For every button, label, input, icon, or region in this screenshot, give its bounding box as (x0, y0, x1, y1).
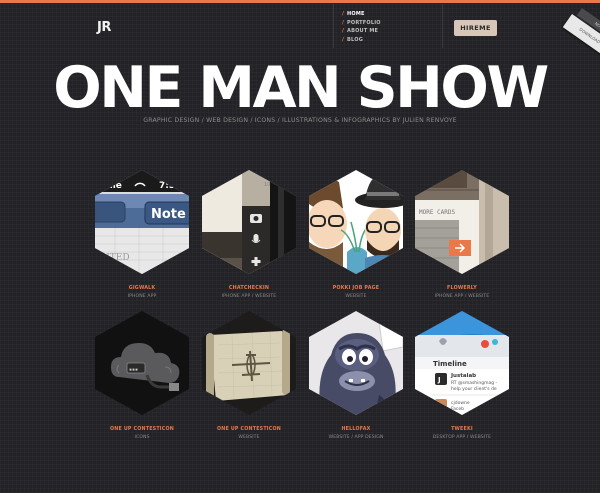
nav-slash-icon: / (342, 36, 345, 43)
oneup-icons-thumbnail[interactable]: ▪▪▪ (95, 311, 189, 415)
tweeki-thumbnail[interactable]: Timeline J Justalab RT @smashingmag - he… (415, 311, 509, 415)
portfolio-item-oneup-icons[interactable]: ▪▪▪ ONE UP CONTESTICON ICONS (87, 311, 197, 440)
nav-portfolio-label: PORTFOLIO (347, 19, 381, 26)
tweeki-body-text: help your client's de (451, 386, 497, 392)
gigwalk-carrier-text: obile (97, 181, 122, 191)
nav-blog[interactable]: / BLOG (342, 36, 442, 45)
portfolio-item-subtitle: ICONS (134, 435, 150, 440)
nav-slash-icon: / (342, 11, 345, 17)
tweeki-body2-text: Faceb (451, 406, 464, 412)
svg-text:J: J (437, 376, 441, 384)
portfolio-item-title[interactable]: CHATCHECKIN (194, 286, 304, 291)
flowerly-header-text: end (419, 176, 438, 186)
site-logo[interactable]: JR (97, 20, 111, 35)
portfolio-item-title[interactable]: GIGWALK (87, 286, 197, 291)
nav-about[interactable]: / ABOUT ME (342, 27, 442, 36)
portfolio-item-subtitle: IPHONE APP / WEBSITE (434, 294, 490, 299)
tweeki-user2-text: cjdowne (451, 400, 470, 406)
hero-title: ONE MAN SHOW (53, 55, 549, 121)
portfolio-item-title[interactable]: TWEEKI (407, 427, 517, 432)
portfolio-item-oneup-website[interactable]: ONE UP CONTESTICON WEBSITE (194, 311, 304, 440)
tweeki-user-text: Justalab (450, 373, 476, 379)
oneup-website-thumbnail[interactable] (202, 311, 296, 415)
portfolio-item-subtitle: WEBSITE (238, 435, 260, 440)
portfolio-item-subtitle: IPHONE APP (127, 294, 157, 299)
flowerly-cards-text: MORE CARDS (419, 209, 456, 216)
nav-slash-icon: / (342, 28, 345, 34)
hire-me-button[interactable]: HIREME (454, 20, 497, 36)
portfolio-item-title[interactable]: POKKI JOB PAGE (301, 286, 411, 291)
portfolio-item-pokki[interactable]: POKKI JOB PAGE WEBSITE (301, 170, 411, 299)
portfolio-item-flowerly[interactable]: end MORE CARDS FLOWERLY IPHONE APP / WEB… (407, 170, 517, 299)
nav-home[interactable]: / HOME (342, 10, 442, 19)
tweeki-timeline-text: Timeline (433, 360, 467, 368)
flowerly-thumbnail[interactable]: end MORE CARDS (415, 170, 509, 274)
tweeki-rt-text: RT @smashingmag - (451, 380, 498, 386)
portfolio-item-title[interactable]: HELLOFAX (301, 427, 411, 432)
gigwalk-time-text: 7:5 (159, 181, 175, 191)
nav-home-label: HOME (347, 11, 365, 17)
portfolio-item-hellofax[interactable]: HELLOFAX WEBSITE / APP DESIGN (301, 311, 411, 440)
portfolio-item-title[interactable]: ONE UP CONTESTICON (87, 427, 197, 432)
hellofax-thumbnail[interactable] (309, 311, 403, 415)
gigwalk-stamp-text: DITED (99, 253, 130, 263)
pokki-thumbnail[interactable] (309, 170, 403, 274)
portfolio-item-subtitle: WEBSITE (345, 294, 367, 299)
portfolio-item-title[interactable]: FLOWERLY (407, 286, 517, 291)
hero-tagline: GRAPHIC DESIGN / WEB DESIGN / ICONS / IL… (143, 117, 457, 124)
gigwalk-thumbnail[interactable]: obile 7:5 Note DITED (95, 170, 189, 274)
portfolio-item-subtitle: IPHONE APP / WEBSITE (221, 294, 277, 299)
svg-text:▪▪▪: ▪▪▪ (129, 367, 138, 373)
portfolio-item-gigwalk[interactable]: obile 7:5 Note DITED GIGWALK IPHONE APP (87, 170, 197, 299)
nav-slash-icon: / (342, 19, 345, 26)
portfolio-item-chatcheckin[interactable]: 10s CHATCHECKIN IPHONE APP / WEBSITE (194, 170, 304, 299)
gigwalk-note-text: Note (151, 207, 186, 222)
nav-portfolio[interactable]: / PORTFOLIO (342, 19, 442, 28)
top-accent-bar (0, 0, 600, 3)
main-nav: / HOME / PORTFOLIO / ABOUT ME / BLOG (333, 4, 443, 48)
portfolio-item-tweeki[interactable]: Timeline J Justalab RT @smashingmag - he… (407, 311, 517, 440)
chatcheckin-thumbnail[interactable]: 10s (202, 170, 296, 274)
portfolio-item-subtitle: WEBSITE / APP DESIGN (328, 435, 384, 440)
portfolio-item-title[interactable]: ONE UP CONTESTICON (194, 427, 304, 432)
nav-about-label: ABOUT ME (347, 28, 379, 34)
nav-blog-label: BLOG (347, 36, 364, 43)
portfolio-item-subtitle: DESKTOP APP / WEBSITE (432, 435, 492, 440)
